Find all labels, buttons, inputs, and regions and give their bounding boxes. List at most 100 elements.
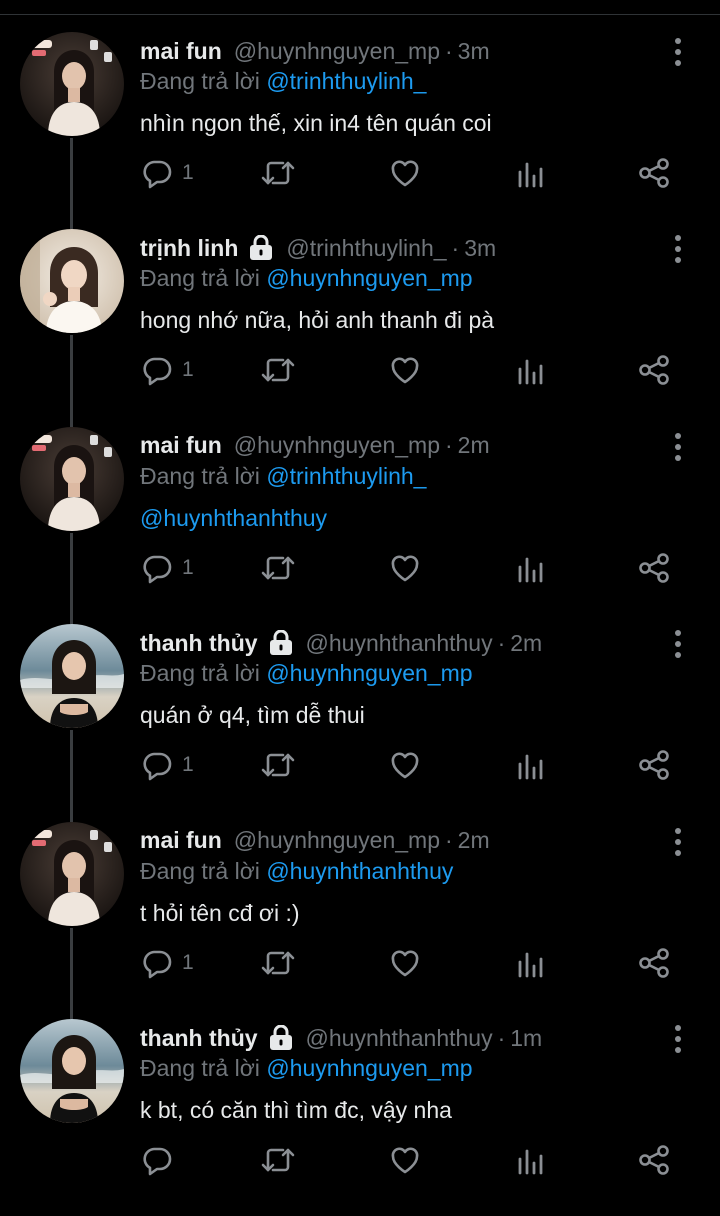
- timestamp[interactable]: 1m: [510, 1025, 542, 1052]
- timestamp[interactable]: 3m: [458, 38, 490, 65]
- retweet-button[interactable]: [260, 548, 296, 588]
- views-button[interactable]: [516, 350, 546, 390]
- replying-to-handle[interactable]: @huynhnguyen_mp: [266, 660, 472, 686]
- more-icon[interactable]: [668, 235, 688, 264]
- replying-to-handle[interactable]: @huynhthanhthuy: [266, 858, 453, 884]
- separator: ·: [497, 1024, 506, 1051]
- heart-icon: [388, 1143, 422, 1177]
- share-button[interactable]: [637, 153, 671, 193]
- share-button[interactable]: [637, 1140, 671, 1180]
- timestamp[interactable]: 3m: [464, 235, 496, 262]
- more-icon[interactable]: [668, 432, 688, 461]
- views-button[interactable]: [516, 1140, 546, 1180]
- reply-button[interactable]: 1: [140, 943, 194, 983]
- like-button[interactable]: [388, 1140, 422, 1180]
- views-button[interactable]: [516, 548, 546, 588]
- username[interactable]: @trinhthuylinh_: [286, 235, 446, 262]
- replying-to: Đang trả lời @trinhthuylinh_: [140, 68, 426, 95]
- display-name[interactable]: mai fun: [140, 827, 222, 854]
- reply-count: 1: [182, 555, 194, 579]
- like-button[interactable]: [388, 745, 422, 785]
- username[interactable]: @huynhnguyen_mp: [234, 38, 440, 65]
- tweet[interactable]: trịnh linh @trinhthuylinh_ · 3m Đang trả…: [0, 229, 720, 426]
- retweet-button[interactable]: [260, 943, 296, 983]
- reply-count: 1: [182, 358, 194, 382]
- reply-button[interactable]: 1: [140, 350, 194, 390]
- timestamp[interactable]: 2m: [458, 827, 490, 854]
- timestamp[interactable]: 2m: [458, 432, 490, 459]
- retweet-icon: [260, 156, 296, 190]
- share-button[interactable]: [637, 548, 671, 588]
- like-button[interactable]: [388, 943, 422, 983]
- views-button[interactable]: [516, 153, 546, 193]
- replying-to-handle[interactable]: @huynhnguyen_mp: [266, 265, 472, 291]
- avatar[interactable]: [20, 1019, 124, 1123]
- share-icon: [637, 156, 671, 190]
- like-button[interactable]: [388, 350, 422, 390]
- reply-icon: [140, 353, 174, 387]
- views-button[interactable]: [516, 745, 546, 785]
- views-icon: [516, 353, 546, 387]
- retweet-button[interactable]: [260, 745, 296, 785]
- share-button[interactable]: [637, 350, 671, 390]
- tweet[interactable]: mai fun @huynhnguyen_mp · 3m Đang trả lờ…: [0, 32, 720, 229]
- retweet-button[interactable]: [260, 153, 296, 193]
- avatar[interactable]: [20, 32, 124, 136]
- username[interactable]: @huynhnguyen_mp: [234, 827, 440, 854]
- username[interactable]: @huynhnguyen_mp: [234, 432, 440, 459]
- replying-to-handle[interactable]: @huynhnguyen_mp: [266, 1055, 472, 1081]
- replying-to-handle[interactable]: @trinhthuylinh_: [266, 68, 426, 94]
- avatar[interactable]: [20, 229, 124, 334]
- tweet[interactable]: thanh thủy @huynhthanhthuy · 2m Đang trả…: [0, 624, 720, 821]
- separator: ·: [445, 37, 453, 64]
- tweet-header: mai fun @huynhnguyen_mp · 3m: [140, 36, 490, 66]
- share-button[interactable]: [637, 943, 671, 983]
- avatar[interactable]: [20, 821, 124, 926]
- separator: ·: [451, 234, 460, 261]
- reply-button[interactable]: 1: [140, 548, 194, 588]
- tweet[interactable]: thanh thủy @huynhthanhthuy · 1m Đang trả…: [0, 1019, 720, 1216]
- username[interactable]: @huynhthanhthuy: [306, 630, 493, 657]
- tweet-text[interactable]: @huynhthanhthuy: [140, 505, 327, 532]
- tweet-text: k bt, có căn thì tìm đc, vậy nha: [140, 1097, 452, 1123]
- action-bar: 1: [140, 548, 680, 588]
- reply-button[interactable]: 1: [140, 745, 194, 785]
- display-name[interactable]: mai fun: [140, 38, 222, 65]
- views-button[interactable]: [516, 943, 546, 983]
- avatar[interactable]: [20, 426, 124, 531]
- replying-to-label: Đang trả lời: [140, 660, 260, 687]
- tweet[interactable]: mai fun @huynhnguyen_mp · 2m Đang trả lờ…: [0, 821, 720, 1019]
- display-name[interactable]: thanh thủy: [140, 630, 258, 657]
- more-icon[interactable]: [668, 827, 688, 856]
- tweet-text: quán ở q4, tìm dễ thui: [140, 702, 365, 729]
- replying-to: Đang trả lời @trinhthuylinh_: [140, 463, 426, 490]
- tweet[interactable]: mai fun @huynhnguyen_mp · 2m Đang trả lờ…: [0, 426, 720, 624]
- more-icon[interactable]: [668, 38, 688, 66]
- more-icon[interactable]: [668, 1025, 688, 1053]
- heart-icon: [388, 946, 422, 980]
- tweet-header: thanh thủy @huynhthanhthuy · 2m: [140, 628, 542, 658]
- avatar[interactable]: [20, 624, 124, 729]
- replying-to-handle[interactable]: @trinhthuylinh_: [266, 463, 426, 489]
- share-icon: [637, 1143, 671, 1177]
- timestamp[interactable]: 2m: [510, 630, 542, 657]
- more-icon[interactable]: [668, 630, 688, 659]
- reply-button[interactable]: 1: [140, 153, 194, 193]
- display-name[interactable]: mai fun: [140, 432, 222, 459]
- action-bar: 1: [140, 153, 680, 193]
- replying-to-label: Đang trả lời: [140, 462, 260, 489]
- retweet-button[interactable]: [260, 1140, 296, 1180]
- reply-button[interactable]: [140, 1140, 182, 1180]
- share-icon: [637, 748, 671, 782]
- share-button[interactable]: [637, 745, 671, 785]
- display-name[interactable]: trịnh linh: [140, 235, 238, 262]
- like-button[interactable]: [388, 153, 422, 193]
- like-button[interactable]: [388, 548, 422, 588]
- username[interactable]: @huynhthanhthuy: [306, 1025, 493, 1052]
- retweet-icon: [260, 1143, 296, 1177]
- tweet-header: mai fun @huynhnguyen_mp · 2m: [140, 431, 490, 461]
- views-icon: [516, 748, 546, 782]
- share-icon: [637, 353, 671, 387]
- retweet-button[interactable]: [260, 350, 296, 390]
- display-name[interactable]: thanh thủy: [140, 1025, 258, 1052]
